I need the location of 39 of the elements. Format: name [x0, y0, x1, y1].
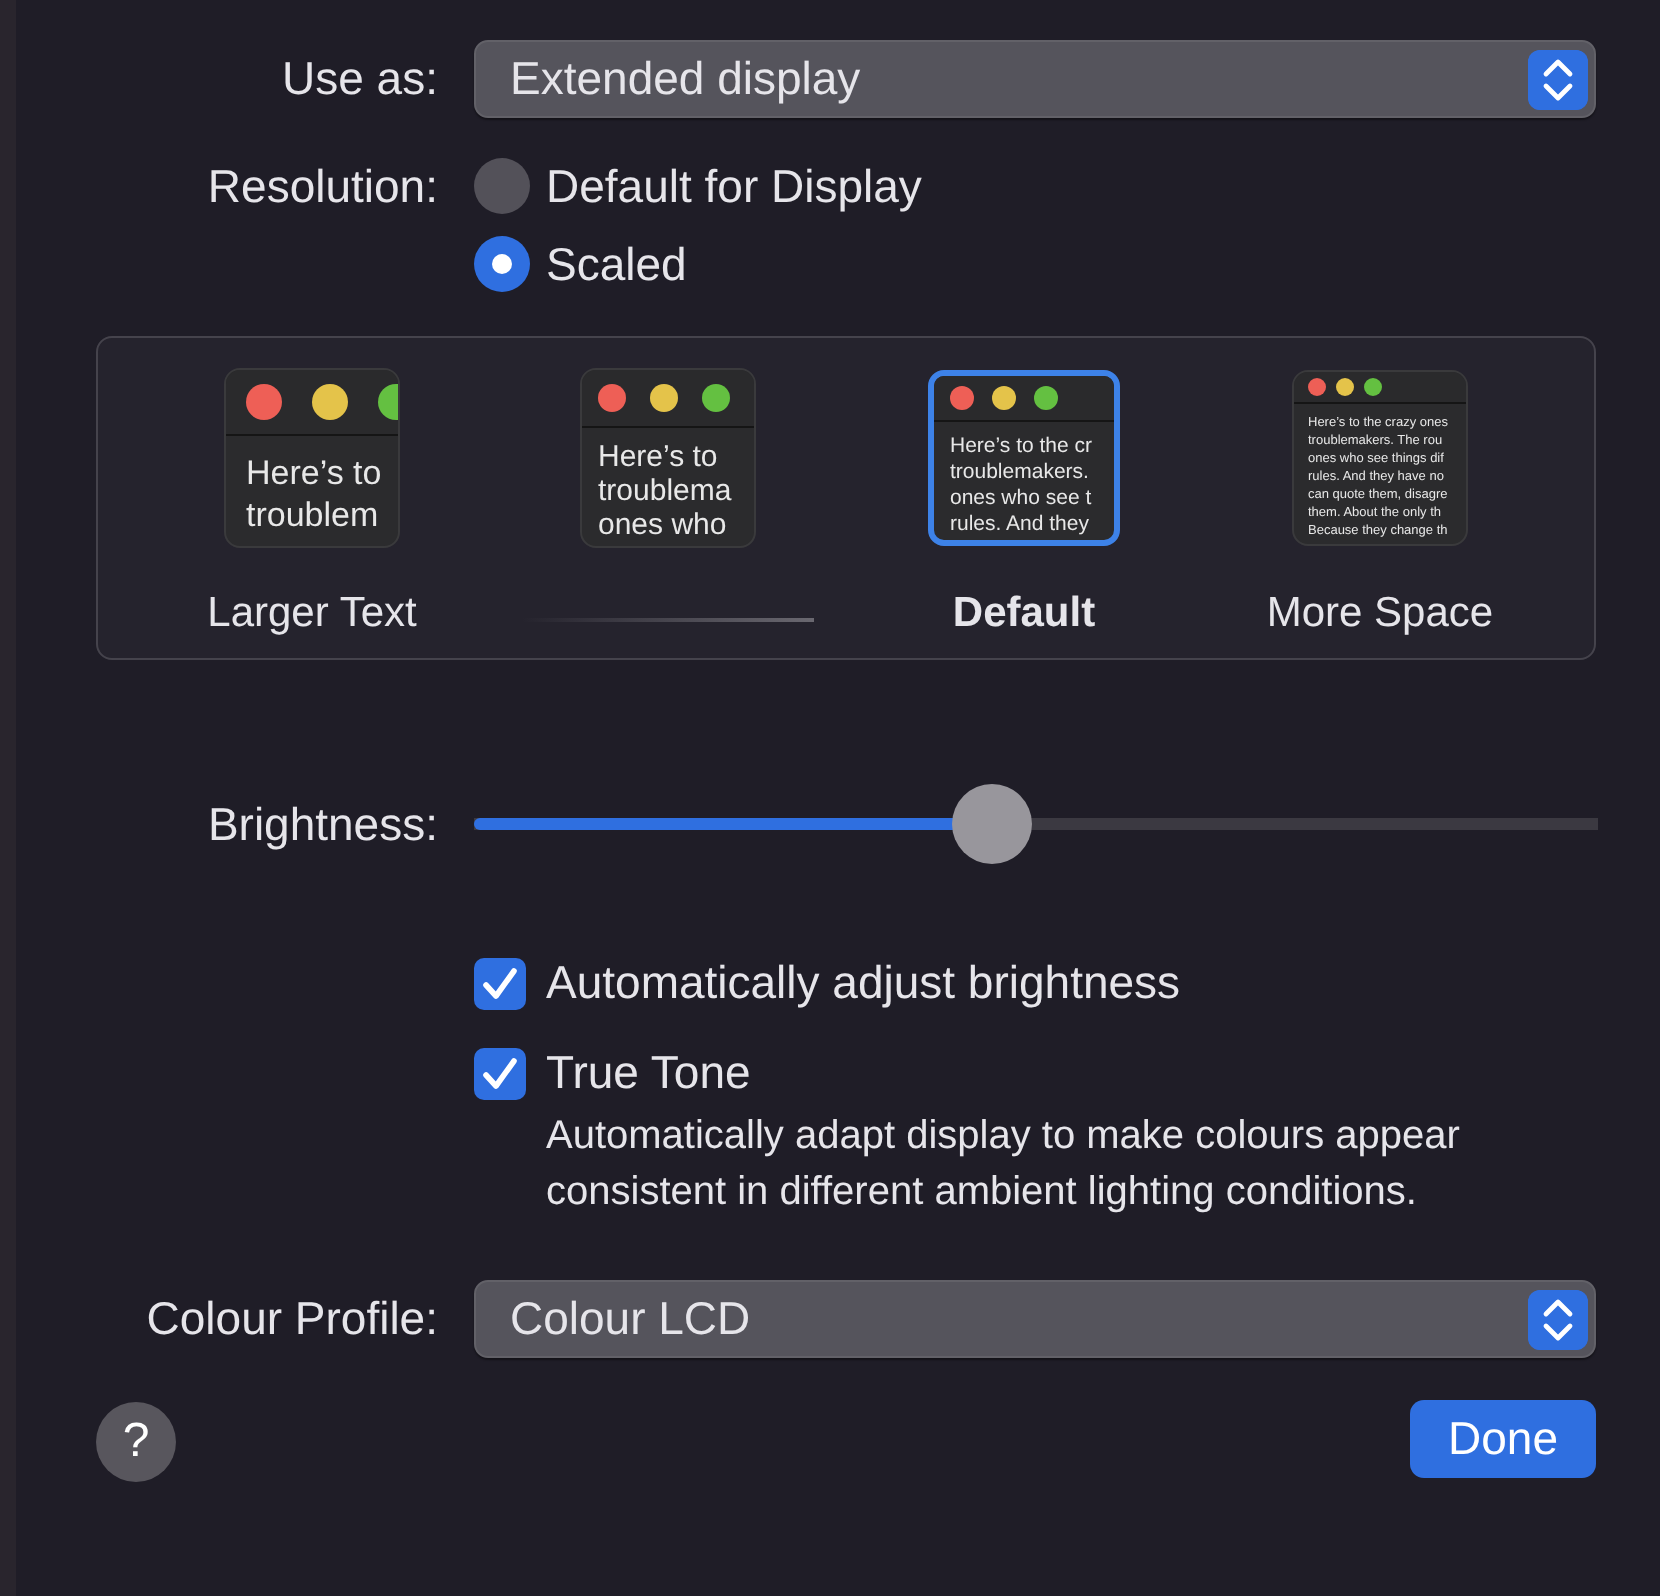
- use-as-label: Use as:: [280, 52, 438, 106]
- radio-label[interactable]: Default for Display: [546, 159, 922, 213]
- stepper-icon[interactable]: [1528, 49, 1588, 109]
- colour-profile-label: Colour Profile:: [144, 1292, 438, 1346]
- checkbox[interactable]: [474, 957, 526, 1009]
- preview-text: ones who: [598, 508, 729, 542]
- colour-profile-popup[interactable]: Colour LCD: [474, 1280, 1596, 1358]
- window-buttons-icon: [950, 386, 1058, 410]
- checkbox-label[interactable]: True Tone: [546, 1046, 751, 1100]
- preview-text: Here’s to the cr: [950, 434, 1095, 460]
- preview-text: Here’s to: [246, 452, 384, 494]
- radio-button[interactable]: [474, 158, 530, 214]
- brightness-label: Brightness:: [205, 797, 438, 851]
- stepper-icon[interactable]: [1528, 1289, 1588, 1349]
- resolution-label: Resolution:: [205, 158, 438, 214]
- preview-text: troublemakers.: [950, 460, 1091, 486]
- radio-button[interactable]: [474, 236, 530, 292]
- window-buttons-icon: [1308, 378, 1382, 396]
- preview-text: Here’s to: [598, 440, 720, 474]
- radio-label[interactable]: Scaled: [546, 237, 687, 291]
- preview-text: troublem: [246, 494, 381, 536]
- window-buttons-icon: [246, 384, 398, 420]
- display-preview[interactable]: Here’s to troublem: [224, 368, 400, 548]
- scale-label: Larger Text: [207, 590, 417, 638]
- scale-label: More Space: [1266, 590, 1494, 638]
- help-button[interactable]: ?: [96, 1402, 176, 1482]
- preview-text: troublema: [598, 474, 734, 508]
- scale-label: Default: [952, 590, 1096, 638]
- preview-text: rules. And they: [950, 512, 1091, 538]
- preview-text: ones who see t: [950, 486, 1094, 512]
- display-preview[interactable]: Here’s to troublema ones who: [580, 368, 756, 548]
- use-as-popup[interactable]: Extended display: [474, 40, 1596, 118]
- checkbox-label[interactable]: Automatically adjust brightness: [546, 956, 1181, 1010]
- checkbox[interactable]: [474, 1047, 526, 1099]
- display-preview[interactable]: Here’s to the cr troublemakers. ones who see t rules. And they: [928, 370, 1120, 546]
- description-text: Automatically adapt display to make colours appear consistent in different ambient lighting conditions.: [546, 1112, 1462, 1218]
- slider-thumb[interactable]: [951, 784, 1032, 864]
- window-buttons-icon: [598, 384, 730, 412]
- done-button[interactable]: Done: [1410, 1400, 1596, 1478]
